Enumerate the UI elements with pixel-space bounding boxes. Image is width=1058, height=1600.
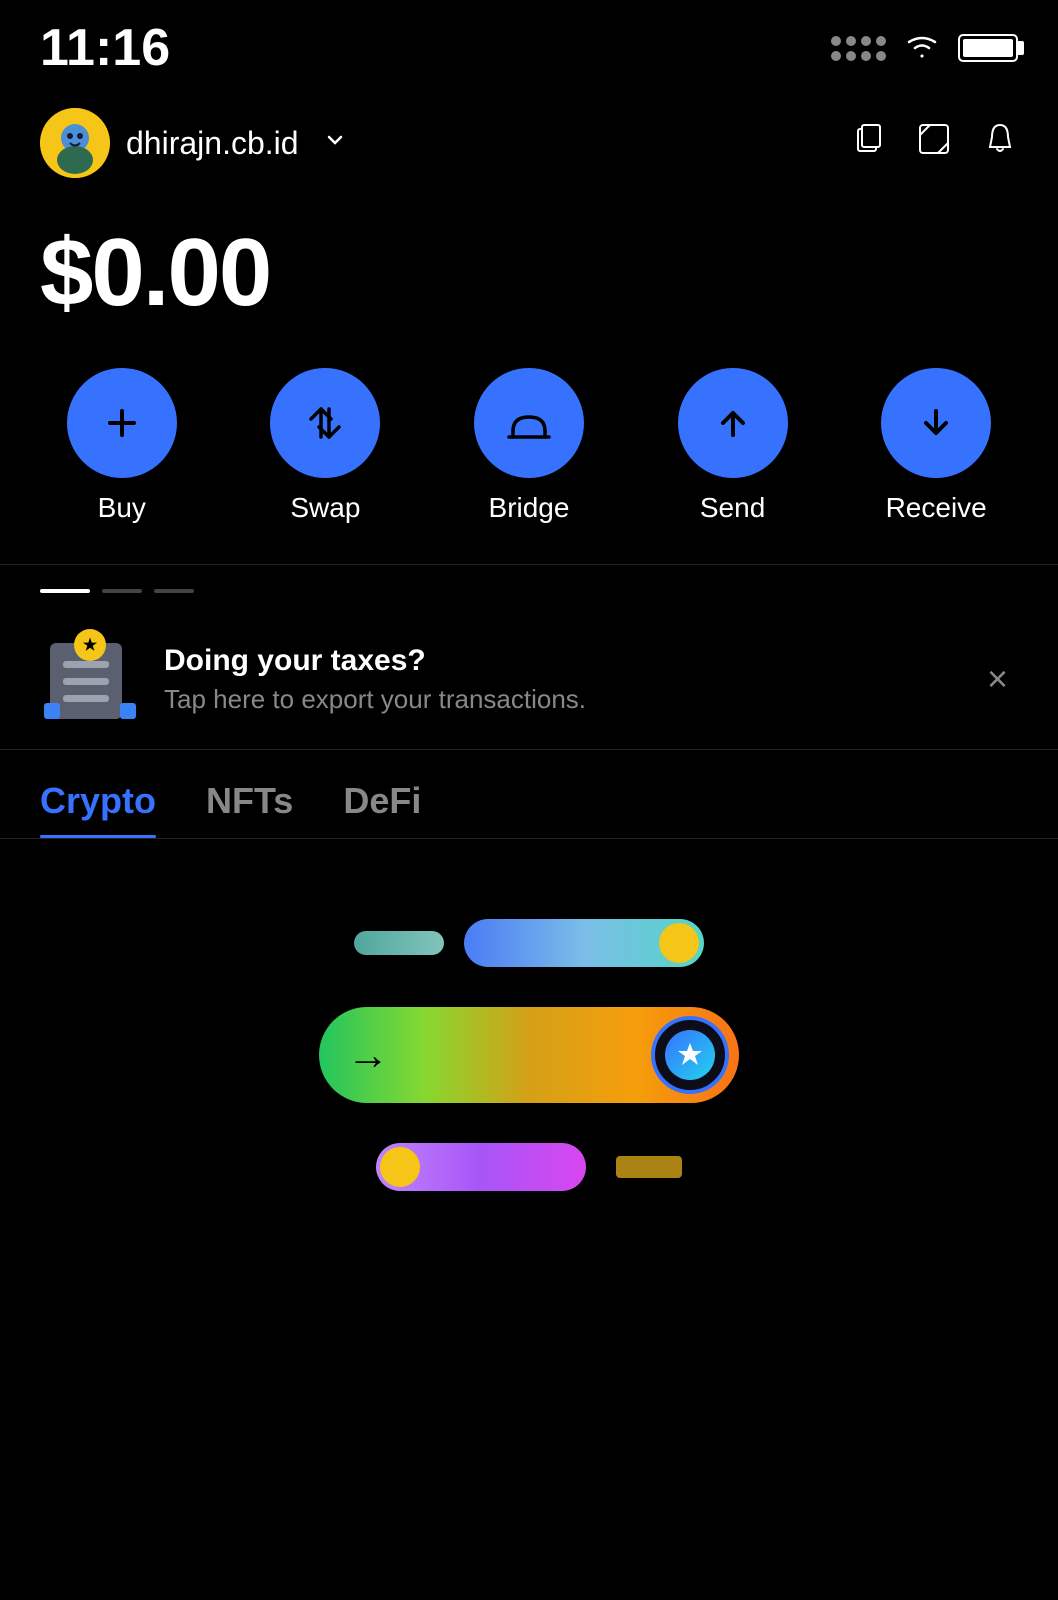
slider-purple[interactable]	[376, 1143, 586, 1191]
header: dhirajn.cb.id	[0, 88, 1058, 188]
chevron-down-icon[interactable]	[323, 128, 347, 159]
username: dhirajn.cb.id	[126, 125, 299, 162]
tax-content: Doing your taxes? Tap here to export you…	[164, 644, 953, 715]
bridge-button[interactable]: Bridge	[474, 368, 584, 524]
swap-icon	[270, 368, 380, 478]
bridge-icon	[474, 368, 584, 478]
carousel-dots	[0, 565, 1058, 609]
tax-icon: ★	[40, 629, 140, 729]
close-banner-button[interactable]: ×	[977, 658, 1018, 700]
small-slider-top-left	[354, 931, 444, 955]
profile-section[interactable]: dhirajn.cb.id	[40, 108, 347, 178]
balance-section: $0.00	[0, 188, 1058, 348]
tab-defi[interactable]: DeFi	[343, 780, 421, 838]
tax-banner[interactable]: ★ Doing your taxes? Tap here to export y…	[0, 609, 1058, 750]
receive-icon	[881, 368, 991, 478]
slider-purple-thumb	[380, 1147, 420, 1187]
action-buttons: Buy Swap Bridge Send Receive	[0, 348, 1058, 564]
header-actions	[850, 121, 1018, 166]
bridge-label: Bridge	[489, 492, 570, 524]
tax-subtitle: Tap here to export your transactions.	[164, 684, 953, 715]
buy-label: Buy	[98, 492, 146, 524]
small-slider-bottom-right	[616, 1156, 682, 1178]
dot-2	[102, 589, 142, 593]
balance-amount: $0.00	[40, 218, 1018, 328]
status-icons	[831, 27, 1018, 69]
swap-button[interactable]: Swap	[270, 368, 380, 524]
battery-icon	[958, 34, 1018, 62]
dot-3	[154, 589, 194, 593]
notification-icon[interactable]	[982, 121, 1018, 166]
avatar	[40, 108, 110, 178]
expand-icon[interactable]	[916, 121, 952, 166]
wifi-icon	[902, 27, 942, 69]
tab-crypto[interactable]: Crypto	[40, 780, 156, 838]
buy-icon	[67, 368, 177, 478]
receive-button[interactable]: Receive	[881, 368, 991, 524]
slider-blue-thumb	[659, 923, 699, 963]
copy-icon[interactable]	[850, 121, 886, 166]
tabs: Crypto NFTs DeFi	[0, 750, 1058, 838]
send-icon	[678, 368, 788, 478]
status-bar: 11:16	[0, 0, 1058, 88]
main-slider[interactable]: →	[319, 1007, 739, 1103]
receive-label: Receive	[886, 492, 987, 524]
swap-label: Swap	[290, 492, 360, 524]
tab-nfts[interactable]: NFTs	[206, 780, 293, 838]
illustration-section: →	[0, 839, 1058, 1251]
buy-button[interactable]: Buy	[67, 368, 177, 524]
tax-title: Doing your taxes?	[164, 644, 953, 678]
send-label: Send	[700, 492, 765, 524]
slider-blue[interactable]	[464, 919, 704, 967]
dot-1	[40, 589, 90, 593]
main-slider-thumb	[651, 1016, 729, 1094]
signal-icon	[831, 36, 886, 61]
send-button[interactable]: Send	[678, 368, 788, 524]
status-time: 11:16	[40, 18, 170, 78]
